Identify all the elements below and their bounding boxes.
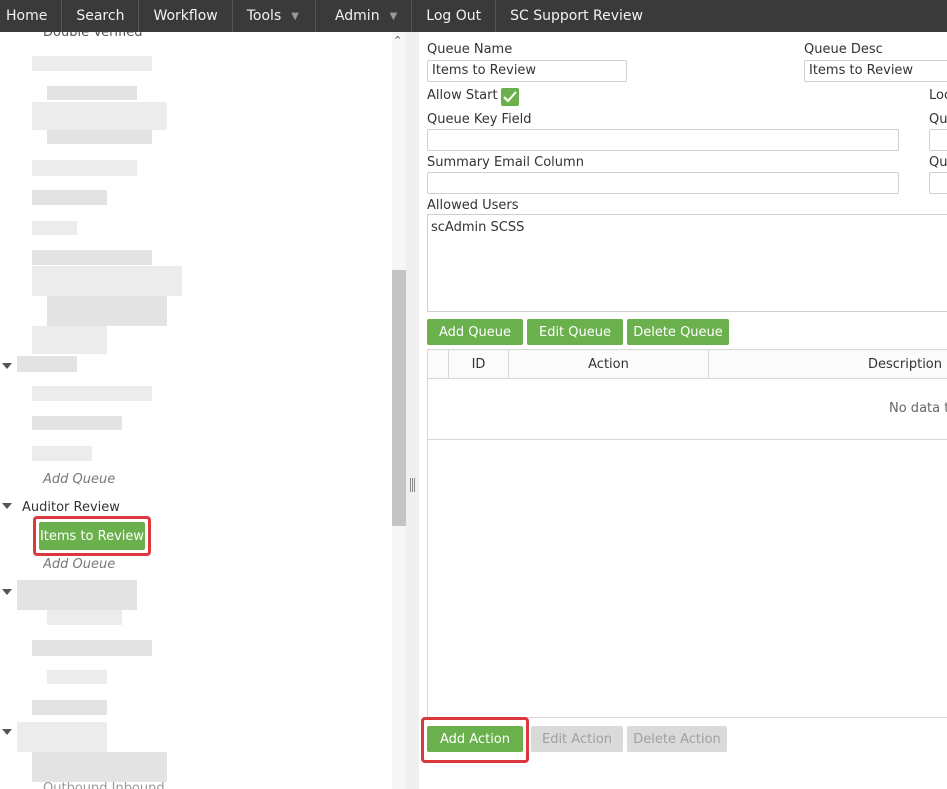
right-field-label-partial-1: Qu xyxy=(929,112,947,127)
redacted-node xyxy=(17,722,107,752)
tree-node-partial-bottom[interactable]: Outbound Inbound xyxy=(43,781,165,789)
queue-name-label: Queue Name xyxy=(427,42,513,57)
tree-group-auditor-review[interactable]: Auditor Review xyxy=(22,500,120,515)
grid-empty-row: No data t xyxy=(428,379,947,440)
allow-start-checkbox[interactable] xyxy=(501,88,519,106)
expand-triangle-icon[interactable] xyxy=(2,363,12,369)
add-queue-button[interactable]: Add Queue xyxy=(427,319,523,345)
redacted-node xyxy=(32,416,122,430)
redacted-node xyxy=(32,266,182,296)
queue-key-field-input[interactable] xyxy=(427,129,899,151)
right-field-input-partial-1[interactable] xyxy=(929,129,947,151)
actions-grid-header: ID Action Description xyxy=(428,350,947,379)
tree-node-items-to-review[interactable]: Items to Review xyxy=(39,522,145,550)
grid-column-id[interactable]: ID xyxy=(449,350,509,378)
tree-scrollbar[interactable]: ⌃ xyxy=(392,32,406,789)
edit-action-button[interactable]: Edit Action xyxy=(531,726,623,752)
nav-admin[interactable]: Admin ▼ xyxy=(316,0,413,32)
redacted-node xyxy=(32,446,92,461)
actions-grid: ID Action Description No data t xyxy=(427,349,947,718)
redacted-node xyxy=(32,250,152,265)
nav-logout-label: Log Out xyxy=(426,8,482,24)
redacted-node xyxy=(32,386,152,401)
tree-node-partial-top[interactable]: Double Verified xyxy=(43,32,142,40)
grid-no-data-text: No data t xyxy=(889,401,947,416)
queue-name-input[interactable]: Items to Review xyxy=(427,60,627,82)
delete-action-button[interactable]: Delete Action xyxy=(627,726,727,752)
allowed-users-textarea[interactable]: scAdmin SCSS xyxy=(427,214,947,312)
queue-key-field-label: Queue Key Field xyxy=(427,112,532,127)
right-field-input-partial-2[interactable] xyxy=(929,172,947,194)
nav-search[interactable]: Search xyxy=(62,0,140,32)
redacted-node xyxy=(32,326,107,354)
redacted-node xyxy=(17,356,77,372)
nav-sc-support-review-label: SC Support Review xyxy=(510,8,643,24)
summary-email-column-input[interactable] xyxy=(427,172,899,194)
lock-label-partial: Loc xyxy=(929,88,947,103)
redacted-node xyxy=(47,670,107,684)
redacted-node xyxy=(32,160,137,176)
redacted-node xyxy=(32,752,167,782)
edit-queue-button[interactable]: Edit Queue xyxy=(527,319,623,345)
right-field-label-partial-2: Qu xyxy=(929,155,947,170)
splitter-grip-icon xyxy=(410,478,415,492)
add-action-button[interactable]: Add Action xyxy=(427,726,523,752)
top-navigation-bar: Home Search Workflow Tools ▼ Admin ▼ Log… xyxy=(0,0,947,32)
redacted-node xyxy=(47,296,167,326)
queue-detail-panel: Queue Name Items to Review Queue Desc It… xyxy=(419,32,947,789)
redacted-node xyxy=(17,580,137,610)
nav-tools[interactable]: Tools ▼ xyxy=(233,0,316,32)
nav-admin-label: Admin xyxy=(334,8,380,24)
checkmark-icon xyxy=(503,91,517,103)
redacted-node xyxy=(32,221,77,235)
delete-queue-button[interactable]: Delete Queue xyxy=(627,319,729,345)
allowed-users-label: Allowed Users xyxy=(427,198,519,213)
nav-search-label: Search xyxy=(76,8,125,24)
tree-add-queue-link-2[interactable]: Add Queue xyxy=(43,557,115,568)
chevron-down-icon: ▼ xyxy=(389,10,398,22)
nav-tools-label: Tools xyxy=(246,8,282,24)
redacted-node xyxy=(32,190,107,205)
scroll-up-arrow-icon[interactable]: ⌃ xyxy=(393,34,402,47)
nav-workflow[interactable]: Workflow xyxy=(139,0,233,32)
chevron-down-icon: ▼ xyxy=(291,10,299,22)
redacted-node xyxy=(32,56,152,71)
grid-select-column[interactable] xyxy=(428,350,449,378)
queue-tree-panel: Double Verified Add Queue Auditor Review… xyxy=(0,32,392,789)
expand-triangle-icon[interactable] xyxy=(2,729,12,735)
collapse-triangle-icon[interactable] xyxy=(2,503,12,509)
queue-desc-input[interactable]: Items to Review xyxy=(804,60,947,82)
redacted-node xyxy=(47,86,137,100)
tree-add-queue-link[interactable]: Add Queue xyxy=(43,472,115,487)
queue-desc-label: Queue Desc xyxy=(804,42,883,57)
grid-column-description[interactable]: Description xyxy=(709,350,947,378)
redacted-node xyxy=(32,640,152,656)
grid-column-action[interactable]: Action xyxy=(509,350,709,378)
nav-workflow-label: Workflow xyxy=(153,8,218,24)
summary-email-column-label: Summary Email Column xyxy=(427,155,584,170)
redacted-node xyxy=(47,130,152,144)
nav-home[interactable]: Home xyxy=(0,0,63,32)
expand-triangle-icon[interactable] xyxy=(2,589,12,595)
scrollbar-thumb[interactable] xyxy=(392,270,406,526)
nav-logout[interactable]: Log Out xyxy=(412,0,497,32)
allow-start-label: Allow Start xyxy=(427,88,498,103)
nav-home-label: Home xyxy=(6,8,48,24)
redacted-node xyxy=(47,610,122,625)
redacted-node xyxy=(32,700,107,715)
panel-splitter[interactable] xyxy=(406,32,419,789)
nav-sc-support-review[interactable]: SC Support Review xyxy=(496,0,657,32)
redacted-node xyxy=(32,102,167,130)
